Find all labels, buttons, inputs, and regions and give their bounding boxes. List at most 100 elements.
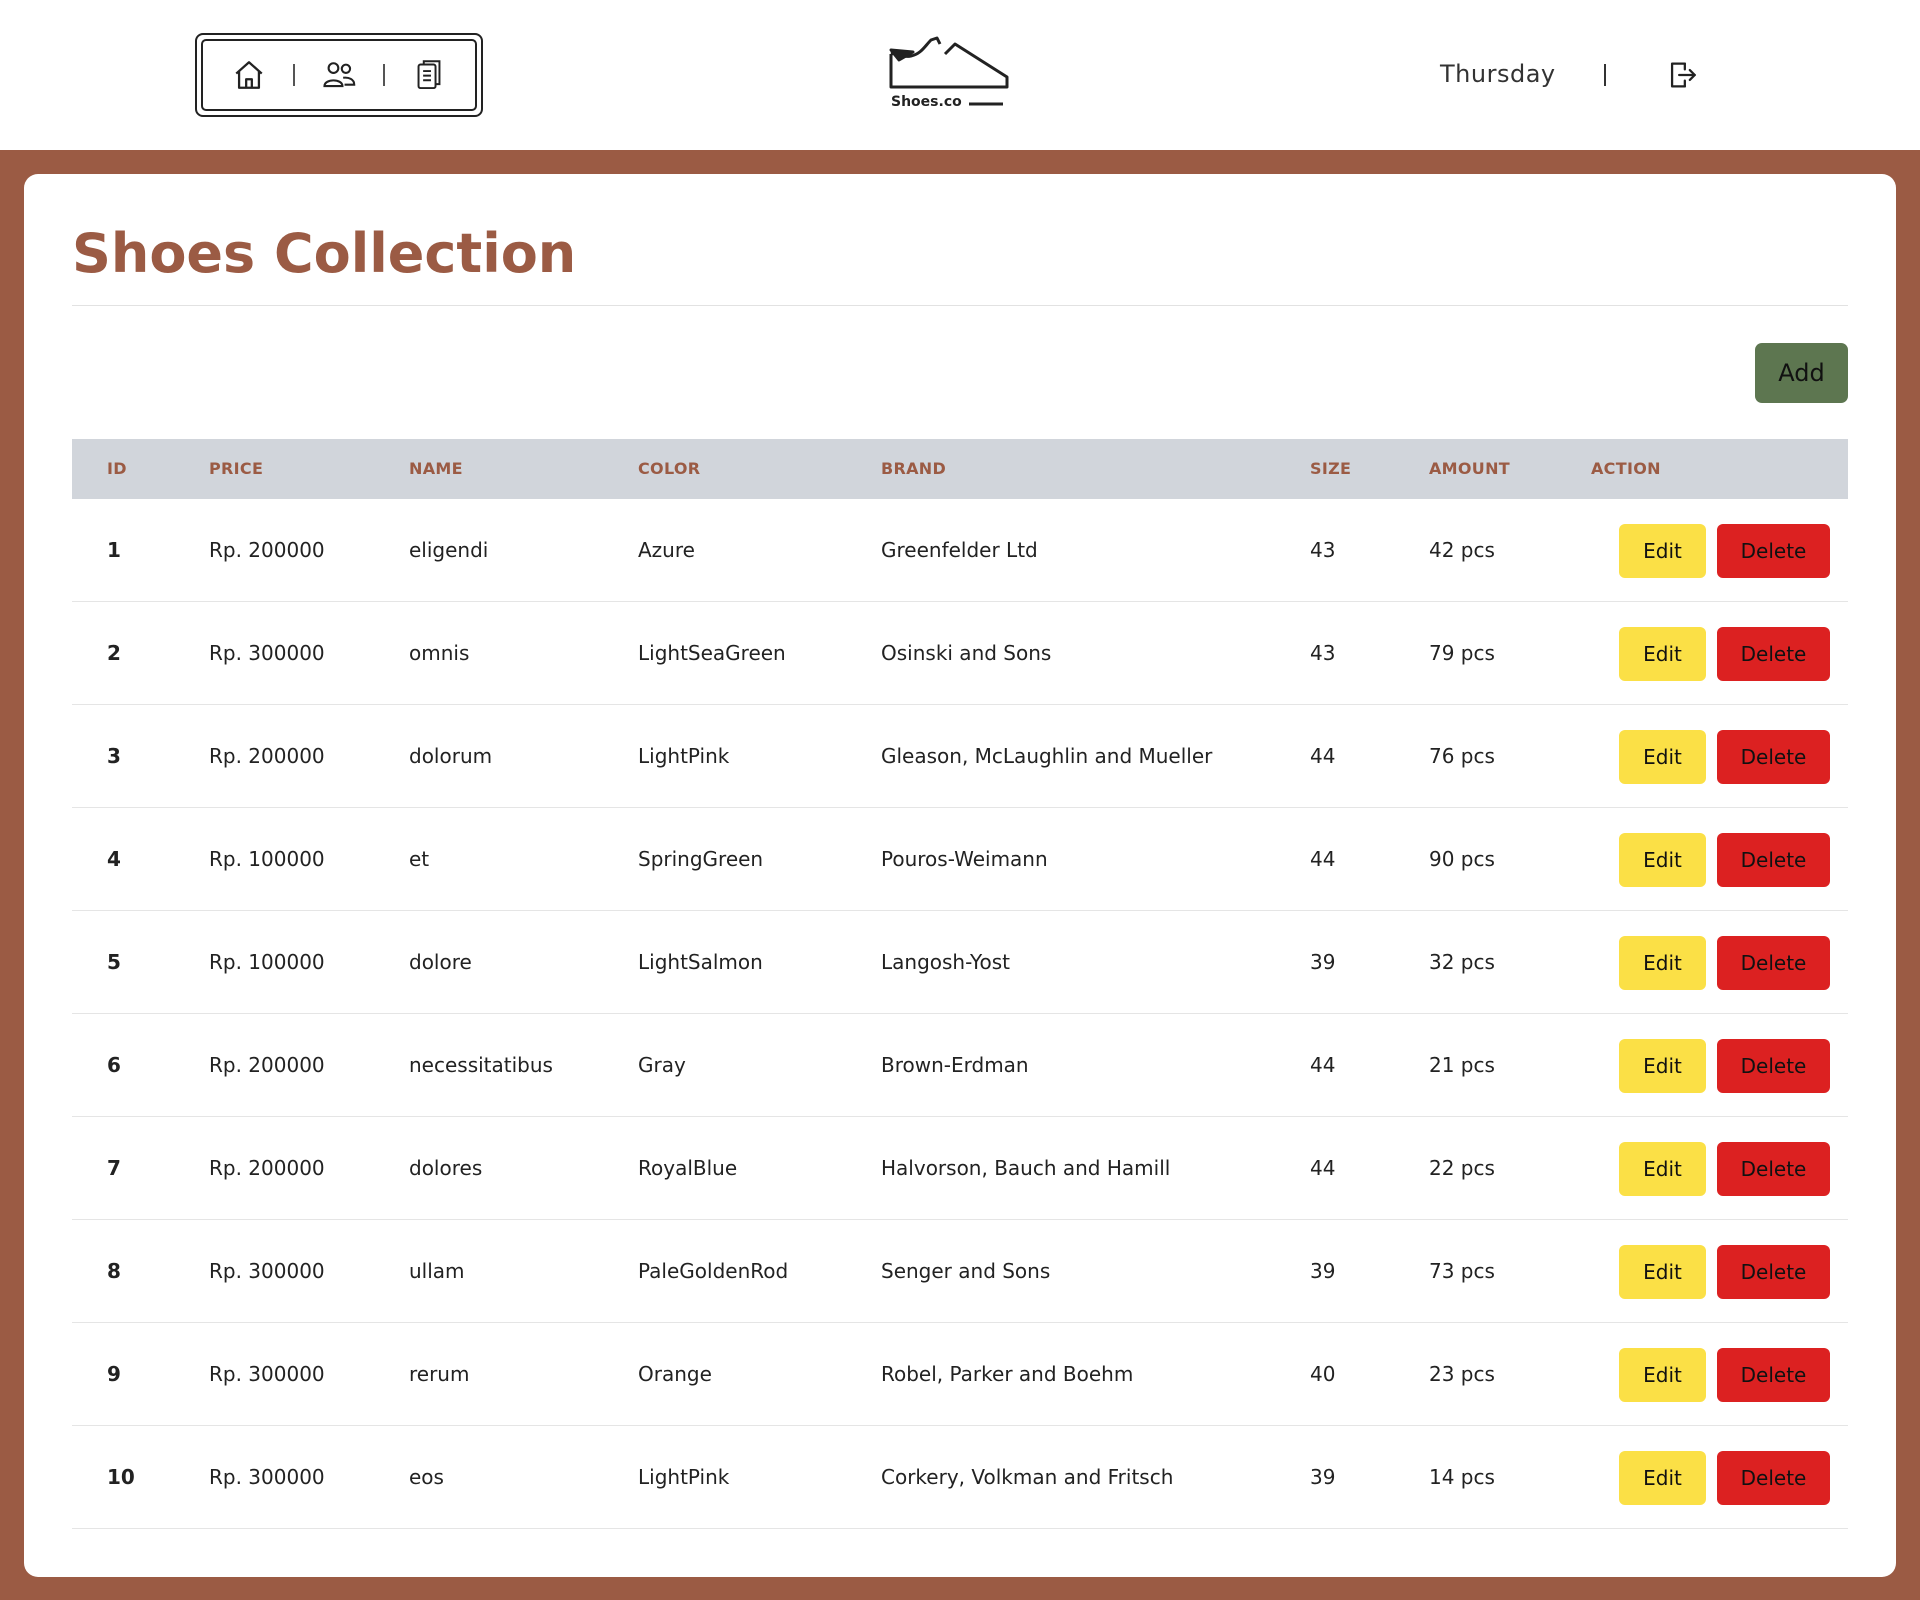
cell-color: LightSalmon [638, 950, 763, 974]
cell-id: 1 [107, 538, 121, 562]
cell-size: 43 [1310, 641, 1336, 665]
logout-icon[interactable] [1665, 58, 1699, 92]
cell-name: necessitatibus [409, 1053, 553, 1077]
cell-brand: Senger and Sons [881, 1259, 1051, 1283]
column-header-brand: BRAND [881, 459, 947, 478]
table-row: 4 Rp. 100000 et SpringGreen Pouros-Weimann 44… [72, 808, 1848, 911]
delete-button[interactable]: Delete [1717, 1142, 1830, 1196]
table-row: 2 Rp. 300000 omnis LightSeaGreen Osinski and… [72, 602, 1848, 705]
column-header-amount: AMOUNT [1429, 459, 1511, 478]
edit-button[interactable]: Edit [1619, 936, 1706, 990]
cell-color: Gray [638, 1053, 686, 1077]
cell-price: Rp. 200000 [209, 1156, 325, 1180]
cell-name: dolores [409, 1156, 483, 1180]
add-button[interactable]: Add [1755, 343, 1848, 403]
cell-price: Rp. 200000 [209, 538, 325, 562]
page-title: Shoes Collection [72, 222, 577, 285]
cell-id: 10 [107, 1465, 135, 1489]
cell-color: RoyalBlue [638, 1156, 738, 1180]
users-icon[interactable] [319, 55, 359, 95]
cell-color: Orange [638, 1362, 712, 1386]
delete-button[interactable]: Delete [1717, 1245, 1830, 1299]
table-row: 3 Rp. 200000 dolorum LightPink Gleason, McLa… [72, 705, 1848, 808]
cell-color: PaleGoldenRod [638, 1259, 789, 1283]
shoes-co-logo[interactable]: Shoes.co [885, 32, 1010, 112]
cell-id: 7 [107, 1156, 121, 1180]
edit-button[interactable]: Edit [1619, 1142, 1706, 1196]
delete-button[interactable]: Delete [1717, 1451, 1830, 1505]
cell-id: 6 [107, 1053, 121, 1077]
table-row: 10 Rp. 300000 eos LightPink Corkery, Volkman… [72, 1426, 1848, 1529]
cell-brand: Greenfelder Ltd [881, 538, 1038, 562]
cell-color: LightPink [638, 1465, 730, 1489]
cell-brand: Corkery, Volkman and Fritsch [881, 1465, 1174, 1489]
day-label: Thursday [1440, 60, 1556, 88]
cell-color: LightPink [638, 744, 730, 768]
cell-price: Rp. 200000 [209, 744, 325, 768]
cell-name: ullam [409, 1259, 465, 1283]
edit-button[interactable]: Edit [1619, 1245, 1706, 1299]
cell-price: Rp. 300000 [209, 1465, 325, 1489]
top-navbar: Shoes.co Thursday [0, 0, 1920, 150]
table-header: ID PRICE NAME COLOR BRAND SIZE AMOUNT AC… [72, 439, 1848, 499]
cell-brand: Osinski and Sons [881, 641, 1052, 665]
cell-size: 39 [1310, 950, 1336, 974]
collection-card: Shoes Collection Add ID PRICE NAME COLOR… [24, 174, 1896, 1577]
edit-button[interactable]: Edit [1619, 1039, 1706, 1093]
edit-button[interactable]: Edit [1619, 1451, 1706, 1505]
delete-button[interactable]: Delete [1717, 1039, 1830, 1093]
cell-name: rerum [409, 1362, 470, 1386]
table-row: 7 Rp. 200000 dolores RoyalBlue Halvorson, Ba… [72, 1117, 1848, 1220]
cell-size: 44 [1310, 1053, 1336, 1077]
logo-text: Shoes.co [891, 94, 962, 110]
column-header-price: PRICE [209, 459, 264, 478]
delete-button[interactable]: Delete [1717, 833, 1830, 887]
cell-id: 8 [107, 1259, 121, 1283]
delete-button[interactable]: Delete [1717, 730, 1830, 784]
cell-amount: 76 pcs [1429, 744, 1495, 768]
edit-button[interactable]: Edit [1619, 1348, 1706, 1402]
title-divider [72, 305, 1848, 306]
edit-button[interactable]: Edit [1619, 730, 1706, 784]
cell-color: SpringGreen [638, 847, 764, 871]
cell-id: 2 [107, 641, 121, 665]
edit-button[interactable]: Edit [1619, 627, 1706, 681]
nav-group [195, 33, 483, 117]
column-header-color: COLOR [638, 459, 701, 478]
column-header-name: NAME [409, 459, 463, 478]
delete-button[interactable]: Delete [1717, 936, 1830, 990]
cell-amount: 32 pcs [1429, 950, 1495, 974]
cell-price: Rp. 100000 [209, 950, 325, 974]
delete-button[interactable]: Delete [1717, 1348, 1830, 1402]
cell-price: Rp. 300000 [209, 641, 325, 665]
table-body: 1 Rp. 200000 eligendi Azure Greenfelder Ltd 4… [72, 499, 1848, 1529]
cell-amount: 22 pcs [1429, 1156, 1495, 1180]
shoes-table: ID PRICE NAME COLOR BRAND SIZE AMOUNT AC… [72, 439, 1848, 1529]
cell-amount: 14 pcs [1429, 1465, 1495, 1489]
cell-name: et [409, 847, 430, 871]
column-header-id: ID [107, 459, 127, 478]
cell-id: 4 [107, 847, 121, 871]
cell-size: 44 [1310, 847, 1336, 871]
home-icon[interactable] [229, 55, 269, 95]
cell-name: eligendi [409, 538, 489, 562]
table-row: 5 Rp. 100000 dolore LightSalmon Langosh-Yost… [72, 911, 1848, 1014]
header-divider [1604, 64, 1606, 86]
table-row: 9 Rp. 300000 rerum Orange Robel, Parker and … [72, 1323, 1848, 1426]
cell-price: Rp. 100000 [209, 847, 325, 871]
cell-color: LightSeaGreen [638, 641, 786, 665]
delete-button[interactable]: Delete [1717, 627, 1830, 681]
column-header-size: SIZE [1310, 459, 1352, 478]
cell-color: Azure [638, 538, 695, 562]
cell-brand: Pouros-Weimann [881, 847, 1048, 871]
cell-brand: Robel, Parker and Boehm [881, 1362, 1134, 1386]
edit-button[interactable]: Edit [1619, 833, 1706, 887]
cell-name: eos [409, 1465, 444, 1489]
delete-button[interactable]: Delete [1717, 524, 1830, 578]
edit-button[interactable]: Edit [1619, 524, 1706, 578]
cell-brand: Gleason, McLaughlin and Mueller [881, 744, 1213, 768]
cell-amount: 90 pcs [1429, 847, 1495, 871]
clipboard-icon[interactable] [409, 55, 449, 95]
cell-id: 9 [107, 1362, 121, 1386]
cell-id: 3 [107, 744, 121, 768]
